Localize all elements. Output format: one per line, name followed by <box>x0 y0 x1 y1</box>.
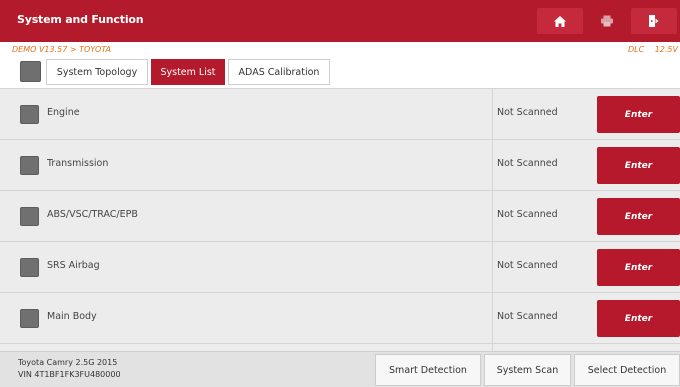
vehicle-model: Toyota Camry 2.5G 2015 <box>18 358 118 367</box>
enter-button[interactable]: Enter <box>597 300 680 337</box>
table-row: Transmission Not Scanned Enter <box>0 140 680 191</box>
breadcrumb: DEMO V13.57 > TOYOTA <box>12 45 111 54</box>
page-title: System and Function <box>17 13 144 26</box>
footer-bar: Toyota Camry 2.5G 2015 VIN 4T1BF1FK3FU48… <box>0 351 680 387</box>
scan-status: Not Scanned <box>497 209 558 220</box>
home-button[interactable] <box>537 8 583 34</box>
enter-button[interactable]: Enter <box>597 249 680 286</box>
row-checkbox[interactable] <box>20 156 39 175</box>
system-list[interactable]: Engine Not Scanned Enter Transmission No… <box>0 89 680 351</box>
exit-icon <box>649 15 659 27</box>
system-name: Engine <box>47 107 80 118</box>
scan-status: Not Scanned <box>497 311 558 322</box>
row-checkbox[interactable] <box>20 207 39 226</box>
home-icon <box>554 15 566 27</box>
print-button[interactable] <box>584 8 630 34</box>
table-row: Engine Not Scanned Enter <box>0 89 680 140</box>
select-all-checkbox[interactable] <box>20 61 41 82</box>
scan-status: Not Scanned <box>497 260 558 271</box>
divider <box>492 242 493 292</box>
scan-status: Not Scanned <box>497 107 558 118</box>
dlc-label: DLC <box>627 45 645 54</box>
table-row <box>0 344 680 351</box>
battery-voltage: 12.5V <box>654 45 678 54</box>
row-checkbox[interactable] <box>20 105 39 124</box>
system-name: SRS Airbag <box>47 260 100 271</box>
enter-button[interactable]: Enter <box>597 147 680 184</box>
tab-adas-calibration[interactable]: ADAS Calibration <box>228 59 330 85</box>
vehicle-info: Toyota Camry 2.5G 2015 VIN 4T1BF1FK3FU48… <box>18 357 121 381</box>
divider <box>492 89 493 139</box>
enter-button[interactable]: Enter <box>597 96 680 133</box>
system-name: Main Body <box>47 311 97 322</box>
tab-system-list[interactable]: System List <box>151 59 225 85</box>
tab-system-topology[interactable]: System Topology <box>46 59 148 85</box>
enter-button[interactable]: Enter <box>597 198 680 235</box>
divider <box>492 140 493 190</box>
system-scan-button[interactable]: System Scan <box>484 354 571 386</box>
table-row: ABS/VSC/TRAC/EPB Not Scanned Enter <box>0 191 680 242</box>
title-bar: System and Function <box>0 0 680 42</box>
dlc-status: DLC 12.5V <box>628 45 678 54</box>
divider <box>492 191 493 241</box>
select-detection-button[interactable]: Select Detection <box>574 354 680 386</box>
table-row: Main Body Not Scanned Enter <box>0 293 680 344</box>
row-checkbox[interactable] <box>20 258 39 277</box>
system-name: Transmission <box>47 158 109 169</box>
vehicle-vin: VIN 4T1BF1FK3FU480000 <box>18 370 121 379</box>
divider <box>492 344 493 351</box>
scan-status: Not Scanned <box>497 158 558 169</box>
table-row: SRS Airbag Not Scanned Enter <box>0 242 680 293</box>
system-name: ABS/VSC/TRAC/EPB <box>47 209 138 220</box>
exit-button[interactable] <box>631 8 677 34</box>
smart-detection-button[interactable]: Smart Detection <box>375 354 481 386</box>
print-icon <box>601 15 613 27</box>
row-checkbox[interactable] <box>20 309 39 328</box>
divider <box>492 293 493 343</box>
